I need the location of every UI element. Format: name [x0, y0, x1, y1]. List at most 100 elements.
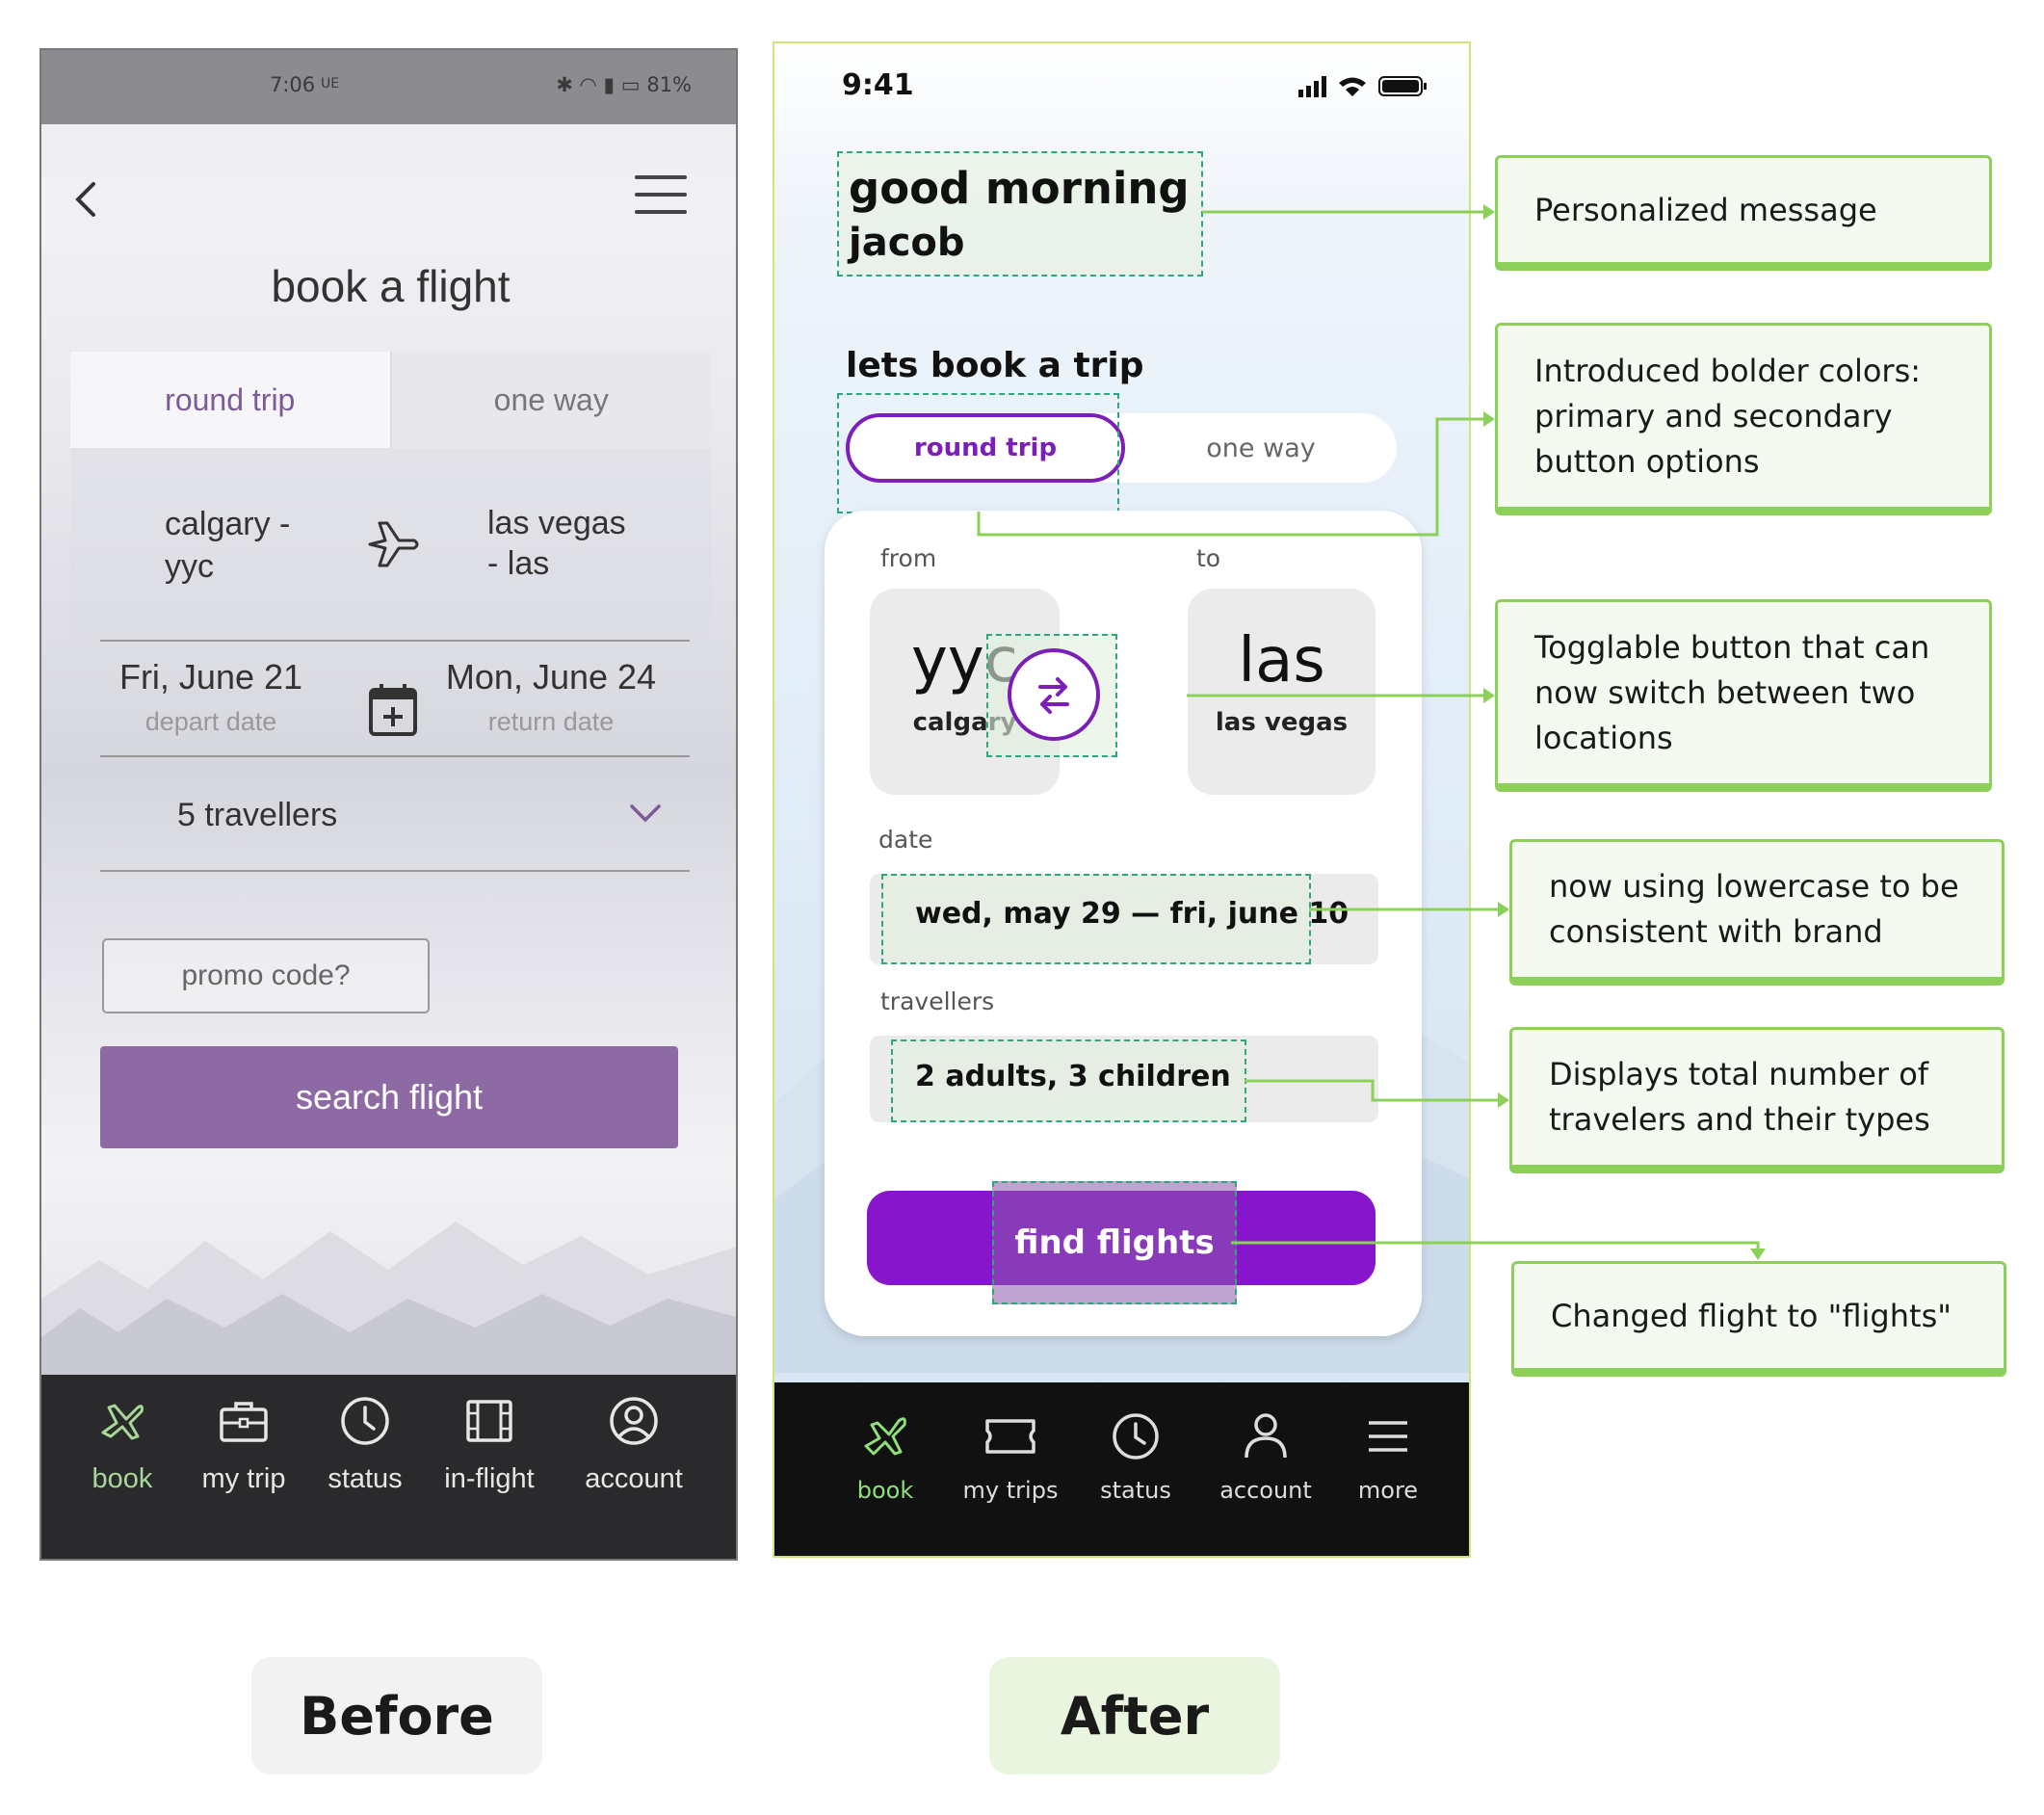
nav-label-status: status	[1100, 1477, 1171, 1504]
hamburger-menu-icon[interactable]	[635, 175, 687, 222]
chevron-down-icon	[630, 804, 661, 823]
greeting-line1: good morning	[849, 163, 1190, 214]
to-label: to	[1196, 544, 1221, 572]
after-phone-screen: 9:41 good morning jacob lets book a trip…	[773, 41, 1471, 1558]
film-icon	[466, 1400, 512, 1442]
status-bar: 7:06 UE ✱ ◠ ▮ ▭ 81%	[41, 50, 736, 124]
return-date-label: return date	[487, 707, 615, 736]
clock-icon	[1113, 1413, 1159, 1460]
nav-item-status[interactable]: status	[322, 1394, 408, 1495]
briefcase-icon	[220, 1402, 268, 1442]
destination-code: las	[1238, 625, 1325, 697]
start-date: wed, may 29	[915, 897, 1121, 931]
section-heading: lets book a trip	[846, 346, 1144, 385]
bottom-nav: book my trips status account more	[774, 1382, 1469, 1556]
annotation-bolder-colors: Introduced bolder colors: primary and se…	[1495, 323, 1992, 515]
signal-icon	[1298, 76, 1326, 97]
swap-locations-button[interactable]	[1008, 648, 1100, 741]
signal-icon: ▮	[603, 73, 616, 96]
wifi-icon: ◠	[579, 73, 597, 96]
from-label: from	[880, 544, 937, 572]
depart-date-label: depart date	[144, 707, 277, 736]
route-selector[interactable]: calgary - yyc las vegas - las	[70, 448, 711, 636]
menu-icon	[1369, 1421, 1407, 1452]
end-date: fri, june 10	[1169, 897, 1350, 931]
nav-label-account: account	[1219, 1477, 1312, 1504]
battery-icon: ▭	[620, 73, 641, 96]
wifi-icon	[1339, 77, 1366, 96]
nav-item-status[interactable]: status	[1088, 1409, 1184, 1504]
date-selector[interactable]: Fri, June 21 depart date Mon, June 24 re…	[100, 640, 690, 755]
nav-label-more: more	[1357, 1477, 1419, 1504]
trip-type-tabs: round trip one way	[70, 352, 711, 448]
bluetooth-icon: ✱	[556, 73, 573, 96]
travellers-value[interactable]: 2 adults, 3 children	[915, 1060, 1231, 1093]
highlight-outline	[837, 393, 1119, 513]
return-date[interactable]: Mon, June 24 return date	[426, 657, 676, 737]
highlight-outline	[986, 634, 1117, 757]
date-range[interactable]: wed, may 29 — fri, june 10	[915, 897, 1349, 931]
nav-label-status: status	[328, 1463, 403, 1494]
mountain-background	[41, 1222, 736, 1376]
promo-code-input[interactable]: promo code?	[102, 938, 430, 1013]
travellers-value: 5 travellers	[177, 797, 338, 833]
nav-item-book[interactable]: book	[842, 1409, 929, 1504]
find-flights-label[interactable]: find flights	[992, 1181, 1237, 1304]
nav-item-my-trips[interactable]: my trips	[957, 1409, 1063, 1504]
depart-date[interactable]: Fri, June 21 depart date	[110, 657, 312, 737]
divider	[100, 870, 690, 872]
before-caption: Before	[251, 1657, 542, 1775]
clock-icon	[341, 1397, 389, 1445]
date-label: date	[878, 826, 933, 854]
annotation-lowercase: now using lowercase to be consistent wit…	[1509, 839, 2005, 986]
travellers-label: travellers	[880, 987, 995, 1015]
status-time: 9:41	[842, 68, 914, 102]
battery-icon	[1378, 76, 1427, 96]
tab-one-way[interactable]: one way	[391, 352, 711, 448]
tab-one-way[interactable]: one way	[1125, 413, 1397, 483]
status-icons	[1298, 76, 1427, 97]
greeting-name: jacob	[849, 221, 965, 265]
tab-round-trip[interactable]: round trip	[70, 352, 392, 448]
search-flight-button[interactable]: search flight	[100, 1046, 678, 1148]
nav-label-in-flight: in-flight	[444, 1463, 535, 1494]
user-icon	[1245, 1413, 1287, 1459]
origin-field[interactable]: calgary - yyc	[165, 503, 290, 588]
carrier-label: UE	[321, 76, 340, 92]
nav-item-more[interactable]: more	[1350, 1409, 1427, 1504]
annotation-toggle-button: Togglable button that can now switch bet…	[1495, 599, 1992, 792]
nav-item-book[interactable]: book	[84, 1394, 161, 1495]
destination-field[interactable]: las vegas - las	[487, 503, 626, 584]
origin-line2: yyc	[165, 548, 214, 585]
plane-icon	[368, 521, 419, 567]
user-circle-icon	[610, 1397, 658, 1445]
return-date-value: Mon, June 24	[445, 657, 657, 697]
nav-label-my-trip: my trip	[201, 1463, 286, 1494]
ticket-icon	[985, 1419, 1035, 1454]
page-title: book a flight	[271, 261, 511, 311]
back-arrow-icon[interactable]	[66, 171, 105, 228]
annotation-travellers: Displays total number of travelers and t…	[1509, 1027, 2005, 1173]
status-time: 7:06	[270, 73, 316, 96]
nav-label-book: book	[92, 1463, 153, 1494]
personalized-greeting: good morning jacob	[837, 151, 1203, 276]
after-caption: After	[989, 1657, 1280, 1775]
battery-percent: 81%	[646, 73, 692, 96]
travellers-dropdown[interactable]: 5 travellers	[100, 758, 690, 872]
date-separator: —	[1131, 897, 1161, 931]
nav-label-book: book	[856, 1477, 914, 1504]
destination-selector[interactable]: las las vegas	[1188, 589, 1376, 795]
annotation-flights-label: Changed flight to "flights"	[1511, 1261, 2006, 1377]
calendar-add-icon	[369, 684, 417, 736]
nav-item-account[interactable]: account	[581, 1394, 687, 1495]
status-icons: ✱ ◠ ▮ ▭ 81%	[556, 73, 692, 96]
nav-item-my-trip[interactable]: my trip	[191, 1394, 297, 1495]
destination-line2: - las	[487, 545, 550, 582]
plane-icon	[864, 1417, 906, 1456]
nav-item-account[interactable]: account	[1213, 1409, 1319, 1504]
nav-label-account: account	[585, 1463, 683, 1494]
plane-icon	[101, 1404, 144, 1440]
swap-arrows-icon	[1038, 677, 1069, 714]
nav-item-in-flight[interactable]: in-flight	[436, 1394, 542, 1495]
divider	[100, 755, 690, 757]
